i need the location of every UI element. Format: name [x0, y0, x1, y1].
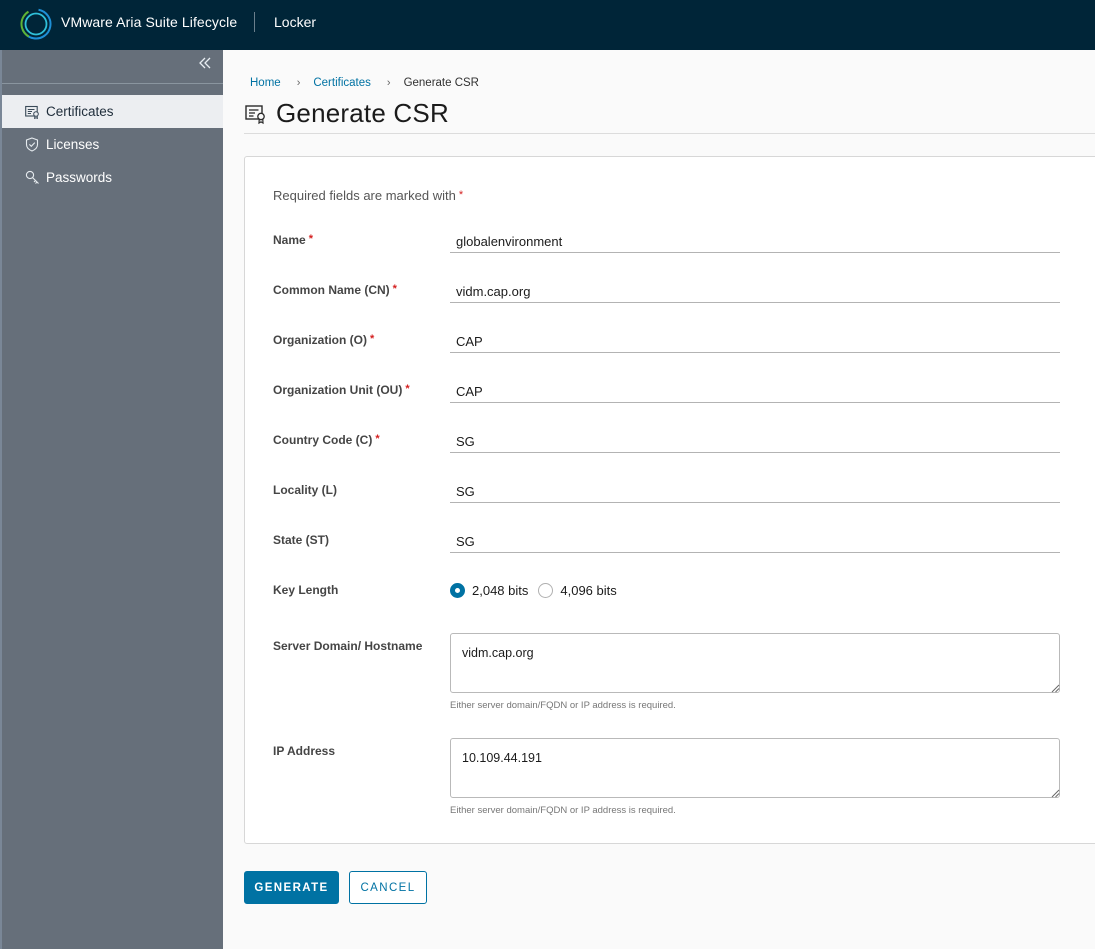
field-label: Name *: [273, 233, 313, 247]
name-input[interactable]: [450, 227, 1060, 253]
generate-button[interactable]: GENERATE: [244, 871, 339, 904]
field-common-name: Common Name (CN) *: [273, 277, 1061, 307]
key-length-4096-radio[interactable]: [538, 582, 554, 598]
required-marker: *: [392, 283, 397, 295]
field-organization-unit: Organization Unit (OU) *: [273, 377, 1061, 407]
field-country-code: Country Code (C) *: [273, 427, 1061, 457]
required-note-text: Required fields are marked with: [273, 188, 456, 203]
app-title[interactable]: VMware Aria Suite Lifecycle: [61, 14, 237, 30]
header-divider: [254, 12, 255, 32]
server-domain-textarea[interactable]: vidm.cap.org: [450, 633, 1060, 693]
breadcrumb-home[interactable]: Home: [250, 77, 281, 89]
required-marker: *: [458, 189, 464, 201]
sidebar-item-label: Certificates: [46, 104, 114, 119]
sidebar: Certificates Licenses Passwords: [0, 50, 223, 949]
shield-check-icon: [24, 137, 40, 153]
required-fields-note: Required fields are marked with *: [273, 188, 463, 203]
key-length-radio-group: 2,048 bits 4,096 bits: [450, 578, 627, 602]
organization-input[interactable]: [450, 327, 1060, 353]
breadcrumb: Home › Certificates › Generate CSR: [250, 77, 479, 89]
field-state: State (ST): [273, 527, 1061, 557]
field-label: Key Length: [273, 583, 339, 597]
field-label: Organization Unit (OU) *: [273, 383, 410, 397]
server-domain-helper-text: Either server domain/FQDN or IP address …: [450, 700, 676, 711]
radio-label[interactable]: 2,048 bits: [472, 583, 528, 598]
section-title: Locker: [274, 14, 317, 30]
field-label: Server Domain/ Hostname: [273, 639, 423, 653]
ip-address-textarea-wrap: 10.109.44.191: [450, 738, 1060, 798]
organization-unit-input[interactable]: [450, 377, 1060, 403]
app-header: VMware Aria Suite Lifecycle Locker: [0, 0, 1095, 50]
field-key-length: Key Length 2,048 bits 4,096 bits: [273, 578, 1061, 608]
field-server-domain: Server Domain/ Hostname vidm.cap.org Eit…: [273, 633, 1061, 723]
required-marker: *: [375, 433, 380, 445]
csr-form-card: Required fields are marked with* Name* C…: [244, 156, 1095, 844]
sidebar-item-licenses[interactable]: Licenses: [2, 128, 223, 161]
cancel-button[interactable]: CANCEL: [349, 871, 427, 904]
ip-address-helper-text: Either server domain/FQDN or IP address …: [450, 805, 676, 816]
key-icon: [24, 170, 40, 186]
page-title: Generate CSR: [276, 98, 449, 128]
field-label: State (ST): [273, 533, 330, 547]
required-marker: *: [370, 333, 375, 345]
vmware-aria-logo-icon[interactable]: [20, 8, 52, 40]
page-header: Generate CSR: [245, 98, 449, 129]
sidebar-nav: Certificates Licenses Passwords: [2, 95, 223, 194]
server-domain-textarea-wrap: vidm.cap.org: [450, 633, 1060, 693]
ip-address-textarea[interactable]: 10.109.44.191: [450, 738, 1060, 798]
common-name-input[interactable]: [450, 277, 1060, 303]
country-code-input[interactable]: [450, 427, 1060, 453]
required-marker: *: [405, 383, 410, 395]
sidebar-item-label: Licenses: [46, 137, 100, 152]
field-organization: Organization (O) *: [273, 327, 1061, 357]
sidebar-divider: [2, 83, 223, 84]
locality-input[interactable]: [450, 477, 1060, 503]
state-input[interactable]: [450, 527, 1060, 553]
radio-label[interactable]: 4,096 bits: [560, 583, 616, 598]
sidebar-item-label: Passwords: [46, 170, 113, 185]
key-length-2048-radio[interactable]: [450, 582, 465, 598]
breadcrumb-certificates[interactable]: Certificates: [313, 77, 371, 89]
certificate-icon: [245, 104, 265, 124]
breadcrumb-current: Generate CSR: [403, 77, 479, 89]
field-label: IP Address: [273, 744, 336, 758]
title-divider: [244, 133, 1095, 134]
field-locality: Locality (L): [273, 477, 1061, 507]
required-marker: *: [308, 233, 313, 245]
double-chevron-left-icon: [199, 57, 211, 69]
collapse-sidebar-button[interactable]: [195, 56, 215, 76]
field-name: Name *: [273, 227, 1061, 257]
field-label: Country Code (C) *: [273, 433, 380, 447]
certificate-icon: [24, 104, 40, 120]
main-content: Home › Certificates › Generate CSR Gener…: [223, 50, 1095, 949]
field-label: Organization (O) *: [273, 333, 375, 347]
chevron-right-icon: ›: [386, 77, 391, 89]
field-ip-address: IP Address 10.109.44.191 Either server d…: [273, 738, 1061, 828]
field-label: Locality (L): [273, 483, 338, 497]
field-label: Common Name (CN) *: [273, 283, 397, 297]
sidebar-item-certificates[interactable]: Certificates: [2, 95, 223, 128]
sidebar-item-passwords[interactable]: Passwords: [2, 161, 223, 194]
chevron-right-icon: ›: [296, 77, 301, 89]
